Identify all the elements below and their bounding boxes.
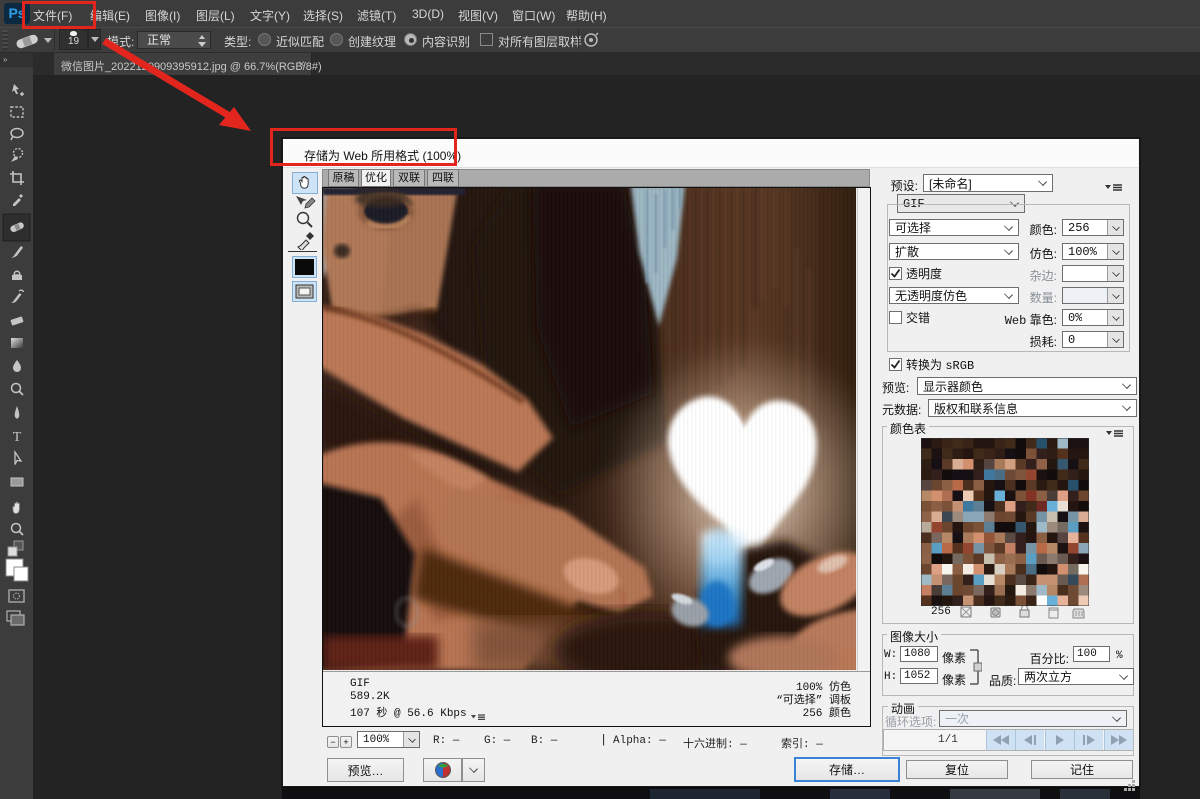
svg-text:T: T bbox=[13, 430, 22, 445]
